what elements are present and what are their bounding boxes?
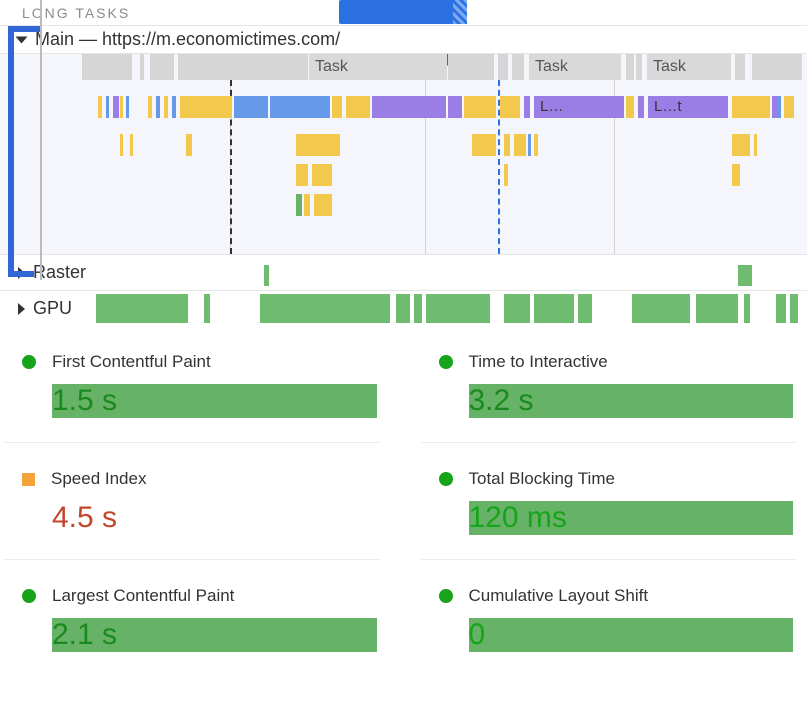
long-tasks-track[interactable]: LONG TASKS: [0, 0, 807, 26]
status-dot-icon: [22, 589, 36, 603]
status-dot-icon: [22, 355, 36, 369]
status-square-icon: [22, 473, 35, 486]
triangle-right-icon: [18, 303, 25, 315]
performance-capture: LONG TASKS Main — https://m.economictime…: [0, 0, 807, 326]
flame-row-3: [0, 164, 807, 186]
metric-speed-index[interactable]: Speed Index 4.5 s: [4, 443, 381, 560]
status-dot-icon: [439, 589, 453, 603]
gpu-track[interactable]: GPU: [0, 290, 807, 326]
long-task-block[interactable]: [339, 0, 467, 24]
metric-lcp[interactable]: Largest Contentful Paint 2.1 s: [4, 560, 381, 676]
raster-track[interactable]: Raster: [0, 254, 807, 290]
status-dot-icon: [439, 355, 453, 369]
flame-task[interactable]: Task: [647, 54, 731, 80]
lighthouse-metrics: First Contentful Paint 1.5 s Time to Int…: [0, 326, 807, 676]
long-tasks-label: LONG TASKS: [0, 5, 130, 21]
raster-lane: [96, 255, 807, 290]
main-flame-chart[interactable]: Task Task Task: [0, 54, 807, 254]
flame-purple[interactable]: L…t: [648, 96, 728, 118]
flame-purple[interactable]: L…: [534, 96, 624, 118]
main-track-header[interactable]: Main — https://m.economictimes.com/: [0, 26, 807, 54]
flame-row-0: Task Task Task: [0, 54, 807, 80]
flame-task[interactable]: Task: [529, 54, 621, 80]
status-dot-icon: [439, 472, 453, 486]
selection-bracket-icon: [8, 26, 14, 277]
gpu-lane: [96, 291, 807, 326]
main-track-title: Main — https://m.economictimes.com/: [35, 29, 340, 50]
metric-value: 4.5 s: [52, 501, 377, 535]
flame-row-2: [0, 134, 807, 156]
flame-row-4: [0, 194, 807, 216]
marker-vertical: [40, 0, 42, 280]
flame-row-1: L… L…t: [0, 96, 807, 118]
gpu-label: GPU: [33, 298, 72, 319]
metric-value: 1.5 s: [52, 384, 377, 418]
metric-tti[interactable]: Time to Interactive 3.2 s: [421, 326, 798, 443]
metric-value: 3.2 s: [469, 384, 794, 418]
metric-value: 2.1 s: [52, 618, 377, 652]
flame-task[interactable]: Task: [309, 54, 447, 80]
metric-fcp[interactable]: First Contentful Paint 1.5 s: [4, 326, 381, 443]
triangle-down-icon: [16, 36, 28, 43]
metric-value: 0: [469, 618, 794, 652]
metric-value: 120 ms: [469, 501, 794, 535]
metric-cls[interactable]: Cumulative Layout Shift 0: [421, 560, 798, 676]
metric-tbt[interactable]: Total Blocking Time 120 ms: [421, 443, 798, 560]
